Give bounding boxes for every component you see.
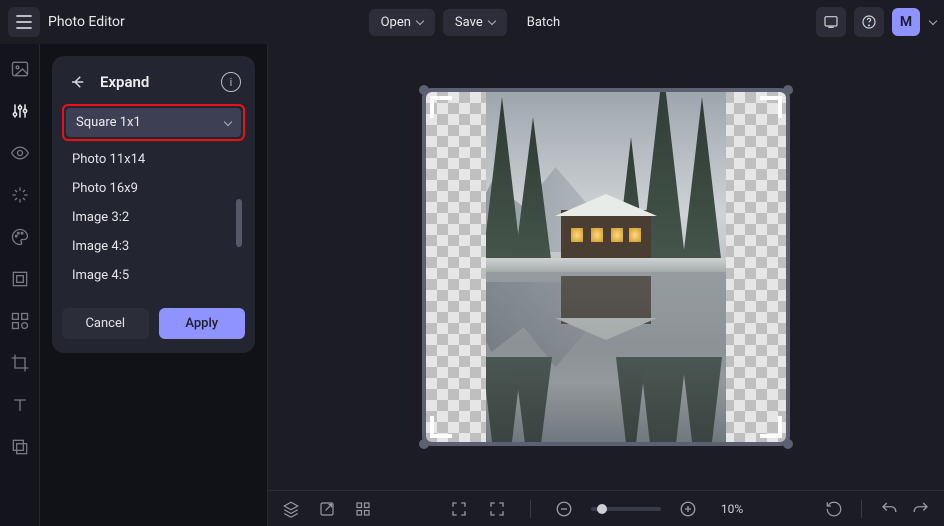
topbar: Photo Editor Open Save Batch M <box>0 0 944 44</box>
chevron-down-icon <box>416 17 424 25</box>
overlay-icon[interactable] <box>9 436 31 458</box>
open-menu[interactable]: Open <box>369 9 435 36</box>
layers-icon[interactable] <box>280 498 302 520</box>
chevron-down-icon <box>224 117 232 125</box>
export-icon[interactable] <box>316 498 338 520</box>
aspect-option[interactable]: Photo 11x14 <box>62 145 245 174</box>
app-title: Photo Editor <box>48 14 125 30</box>
save-menu[interactable]: Save <box>443 9 507 36</box>
open-label: Open <box>381 15 411 30</box>
crop-corner[interactable] <box>430 96 452 118</box>
expand-frame[interactable] <box>422 88 790 446</box>
back-button[interactable] <box>66 70 90 94</box>
bottom-toolbar: 10% <box>268 490 944 526</box>
crop-corner[interactable] <box>760 96 782 118</box>
grid-icon[interactable] <box>352 498 374 520</box>
eye-icon[interactable] <box>9 142 31 164</box>
info-icon[interactable]: i <box>221 72 241 92</box>
zoom-in-icon[interactable] <box>677 498 699 520</box>
sidebar: Expand i Square 1x1 Photo 11x14 Photo 16… <box>40 44 268 526</box>
hamburger-menu[interactable] <box>8 7 40 37</box>
dropdown-scrollbar[interactable] <box>236 199 242 247</box>
canvas-area[interactable] <box>268 44 944 490</box>
fit-icon[interactable] <box>486 498 508 520</box>
sparkle-icon[interactable] <box>9 184 31 206</box>
chevron-down-icon <box>487 17 495 25</box>
divider <box>530 500 531 518</box>
history-icon[interactable] <box>823 498 845 520</box>
feedback-icon[interactable] <box>816 7 846 37</box>
aspect-select[interactable]: Square 1x1 <box>66 108 241 137</box>
batch-button[interactable]: Batch <box>515 9 572 36</box>
panel-title: Expand <box>100 73 149 91</box>
crop-corner[interactable] <box>760 416 782 438</box>
aspect-select-highlight: Square 1x1 <box>62 104 245 141</box>
aspect-option[interactable]: Image 4:5 <box>62 261 245 290</box>
adjust-icon[interactable] <box>9 100 31 122</box>
photo-preview <box>486 92 726 442</box>
expand-panel: Expand i Square 1x1 Photo 11x14 Photo 16… <box>52 56 255 353</box>
zoom-value: 10% <box>715 502 749 516</box>
aspect-option[interactable]: Photo 16x9 <box>62 174 245 203</box>
tool-rail <box>0 44 40 526</box>
redo-icon[interactable] <box>910 498 932 520</box>
image-icon[interactable] <box>9 58 31 80</box>
help-icon[interactable] <box>854 7 884 37</box>
apply-button[interactable]: Apply <box>159 308 246 339</box>
user-avatar[interactable]: M <box>892 8 920 36</box>
chevron-down-icon[interactable] <box>929 17 937 25</box>
text-icon[interactable] <box>9 394 31 416</box>
fullscreen-icon[interactable] <box>448 498 470 520</box>
undo-icon[interactable] <box>878 498 900 520</box>
frame-handle[interactable] <box>783 439 793 449</box>
save-label: Save <box>455 15 483 30</box>
batch-label: Batch <box>527 15 560 30</box>
palette-icon[interactable] <box>9 226 31 248</box>
crop-corner[interactable] <box>430 416 452 438</box>
elements-icon[interactable] <box>9 310 31 332</box>
aspect-dropdown: Photo 11x14 Photo 16x9 Image 3:2 Image 4… <box>62 143 245 294</box>
zoom-out-icon[interactable] <box>553 498 575 520</box>
aspect-option[interactable]: Image 4:3 <box>62 232 245 261</box>
cancel-button[interactable]: Cancel <box>62 308 149 339</box>
aspect-option[interactable]: Image 3:2 <box>62 203 245 232</box>
frame-icon[interactable] <box>9 268 31 290</box>
divider <box>861 500 862 518</box>
zoom-slider[interactable] <box>591 507 661 511</box>
aspect-selected-value: Square 1x1 <box>76 115 141 130</box>
crop-icon[interactable] <box>9 352 31 374</box>
